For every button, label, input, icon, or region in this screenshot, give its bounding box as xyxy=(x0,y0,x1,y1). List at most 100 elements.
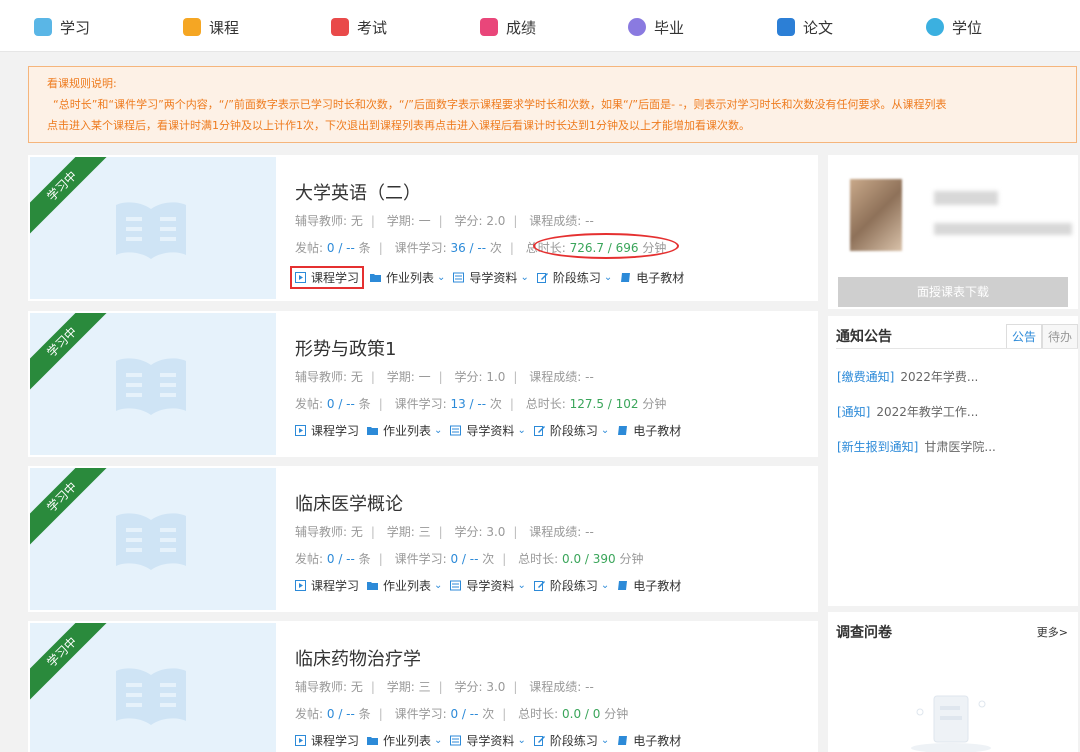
graduate-icon xyxy=(628,18,646,36)
ware-unit: 次 xyxy=(482,707,495,721)
notice-panel: 通知公告 公告 待办 [缴费通知] 2022年学费... [通知] 2022年教学工… xyxy=(828,316,1078,606)
survey-panel: 调查问卷 更多> xyxy=(828,612,1078,752)
course-meta: 辅导教师: 无 | 学期: 三 | 学分: 3.0 | 课程成绩: -- xyxy=(295,680,594,694)
play-icon xyxy=(295,425,306,436)
degree-icon xyxy=(926,18,944,36)
edit-icon xyxy=(536,273,548,283)
homework-list-link[interactable]: 作业列表 ⌄ xyxy=(367,732,442,749)
course-thumbnail[interactable]: 学习中 xyxy=(30,468,276,610)
course-progress: 发帖: 0 / -- 条 | 课件学习: 0 / -- 次 | 总时长: 0.0 /… xyxy=(295,707,629,721)
nav-item-exam[interactable]: 考试 xyxy=(331,14,387,40)
folder-icon xyxy=(367,737,379,745)
course-thumbnail[interactable]: 学习中 xyxy=(30,313,276,455)
ebook-link[interactable]: 电子教材 xyxy=(617,577,681,594)
nav-item-thesis[interactable]: 论文 xyxy=(777,14,833,40)
thesis-icon xyxy=(777,18,795,36)
homework-list-link[interactable]: 作业列表 ⌄ xyxy=(367,577,442,594)
nav-item-graduate[interactable]: 毕业 xyxy=(628,14,684,40)
posts-unit: 条 xyxy=(358,241,371,255)
ebook-icon xyxy=(618,736,628,745)
course-card: 学习中 形势与政策1 辅导教师: 无 | 学期: 一 | 学分: 1.0 | 课程成绩… xyxy=(28,311,818,457)
course-thumbnail[interactable]: 学习中 xyxy=(30,623,276,752)
news-item[interactable]: [缴费通知] 2022年学费... xyxy=(837,368,978,385)
guide-material-link[interactable]: 导学资料 ⌄ xyxy=(450,732,526,749)
news-item[interactable]: [新生报到通知] 甘肃医学院... xyxy=(837,438,996,455)
time-unit: 分钟 xyxy=(604,707,629,721)
course-meta: 辅导教师: 无 | 学期: 一 | 学分: 1.0 | 课程成绩: -- xyxy=(295,370,594,384)
posts-value: 0 / -- xyxy=(326,397,355,411)
stage-practice-link[interactable]: 阶段练习 ⌄ xyxy=(533,732,609,749)
ware-value: 13 / -- xyxy=(450,397,487,411)
nav-item-score[interactable]: 成绩 xyxy=(480,14,536,40)
score-icon xyxy=(480,18,498,36)
course-progress: 发帖: 0 / -- 条 | 课件学习: 13 / -- 次 | 总时长: 127.… xyxy=(295,397,667,411)
posts-label: 发帖: xyxy=(295,707,324,721)
download-schedule-button[interactable]: 面授课表下载 xyxy=(838,277,1068,307)
course-title[interactable]: 形势与政策1 xyxy=(295,335,396,361)
posts-unit: 条 xyxy=(358,397,371,411)
course-title[interactable]: 临床医学概论 xyxy=(295,490,403,516)
guide-material-link[interactable]: 导学资料 ⌄ xyxy=(453,269,529,286)
chevron-down-icon: ⌄ xyxy=(517,735,526,746)
nav-item-course[interactable]: 课程 xyxy=(183,14,239,40)
status-ribbon: 学习中 xyxy=(30,157,120,244)
ware-unit: 次 xyxy=(489,241,502,255)
nav-item-study[interactable]: 学习 xyxy=(34,14,90,40)
term: 学期: 一 xyxy=(386,214,431,228)
course-study-link[interactable]: 课程学习 xyxy=(295,577,359,594)
edit-icon xyxy=(533,736,545,746)
course-study-link[interactable]: 课程学习 xyxy=(290,266,365,289)
homework-list-link[interactable]: 作业列表 ⌄ xyxy=(370,269,445,286)
course-card: 学习中 大学英语（二） 辅导教师: 无 | 学期: 一 | 学分: 2.0 | 课程成… xyxy=(28,155,818,301)
tab-notice[interactable]: 公告 xyxy=(1005,324,1042,349)
ware-unit: 次 xyxy=(482,552,495,566)
nav-item-degree[interactable]: 学位 xyxy=(926,14,982,40)
posts-value: 0 / -- xyxy=(326,241,355,255)
notice-tabs: 公告 待办 xyxy=(1005,324,1078,349)
course-title[interactable]: 大学英语（二） xyxy=(295,179,421,205)
ware-label: 课件学习: xyxy=(394,707,447,721)
stage-practice-link[interactable]: 阶段练习 ⌄ xyxy=(533,577,609,594)
course-icon xyxy=(183,18,201,36)
chevron-down-icon: ⌄ xyxy=(434,580,443,591)
course-thumbnail[interactable]: 学习中 xyxy=(30,157,276,299)
ebook-link[interactable]: 电子教材 xyxy=(617,422,681,439)
guide-material-link[interactable]: 导学资料 ⌄ xyxy=(450,577,526,594)
ebook-icon xyxy=(621,273,631,282)
grade: 课程成绩: -- xyxy=(529,214,594,228)
ebook-link[interactable]: 电子教材 xyxy=(620,269,684,286)
stage-practice-link[interactable]: 阶段练习 ⌄ xyxy=(536,269,612,286)
list-icon xyxy=(450,735,462,746)
nav-label: 学位 xyxy=(952,18,983,37)
course-title[interactable]: 临床药物治疗学 xyxy=(295,645,421,671)
course-study-link[interactable]: 课程学习 xyxy=(295,732,359,749)
guide-material-link[interactable]: 导学资料 ⌄ xyxy=(450,422,526,439)
posts-label: 发帖: xyxy=(295,552,324,566)
teacher: 辅导教师: 无 xyxy=(295,680,363,694)
more-link[interactable]: 更多> xyxy=(1037,624,1068,640)
homework-list-link[interactable]: 作业列表 ⌄ xyxy=(367,422,442,439)
nav-label: 论文 xyxy=(803,18,834,37)
highlight-circle xyxy=(533,233,679,259)
time-label: 总时长: xyxy=(525,397,566,411)
list-icon xyxy=(450,580,462,591)
teacher: 辅导教师: 无 xyxy=(295,525,363,539)
course-study-link[interactable]: 课程学习 xyxy=(295,422,359,439)
book-icon xyxy=(116,513,186,570)
book-icon xyxy=(116,668,186,725)
status-ribbon: 学习中 xyxy=(30,468,120,555)
edit-icon xyxy=(533,581,545,591)
news-item[interactable]: [通知] 2022年教学工作... xyxy=(837,403,978,420)
time-label: 总时长: xyxy=(518,707,559,721)
ebook-link[interactable]: 电子教材 xyxy=(617,732,681,749)
tab-todo[interactable]: 待办 xyxy=(1041,324,1078,349)
grade: 课程成绩: -- xyxy=(529,370,594,384)
course-links: 课程学习 作业列表 ⌄ 导学资料 ⌄ 阶段练习 ⌄ 电子教材 xyxy=(295,732,689,749)
avatar xyxy=(850,179,902,251)
stage-practice-link[interactable]: 阶段练习 ⌄ xyxy=(533,422,609,439)
nav-label: 毕业 xyxy=(654,18,685,37)
course-links: 课程学习 作业列表 ⌄ 导学资料 ⌄ 阶段练习 ⌄ 电子教材 xyxy=(295,577,689,594)
empty-document-icon xyxy=(911,695,991,752)
folder-icon xyxy=(370,274,382,282)
credit: 学分: 2.0 xyxy=(454,214,506,228)
